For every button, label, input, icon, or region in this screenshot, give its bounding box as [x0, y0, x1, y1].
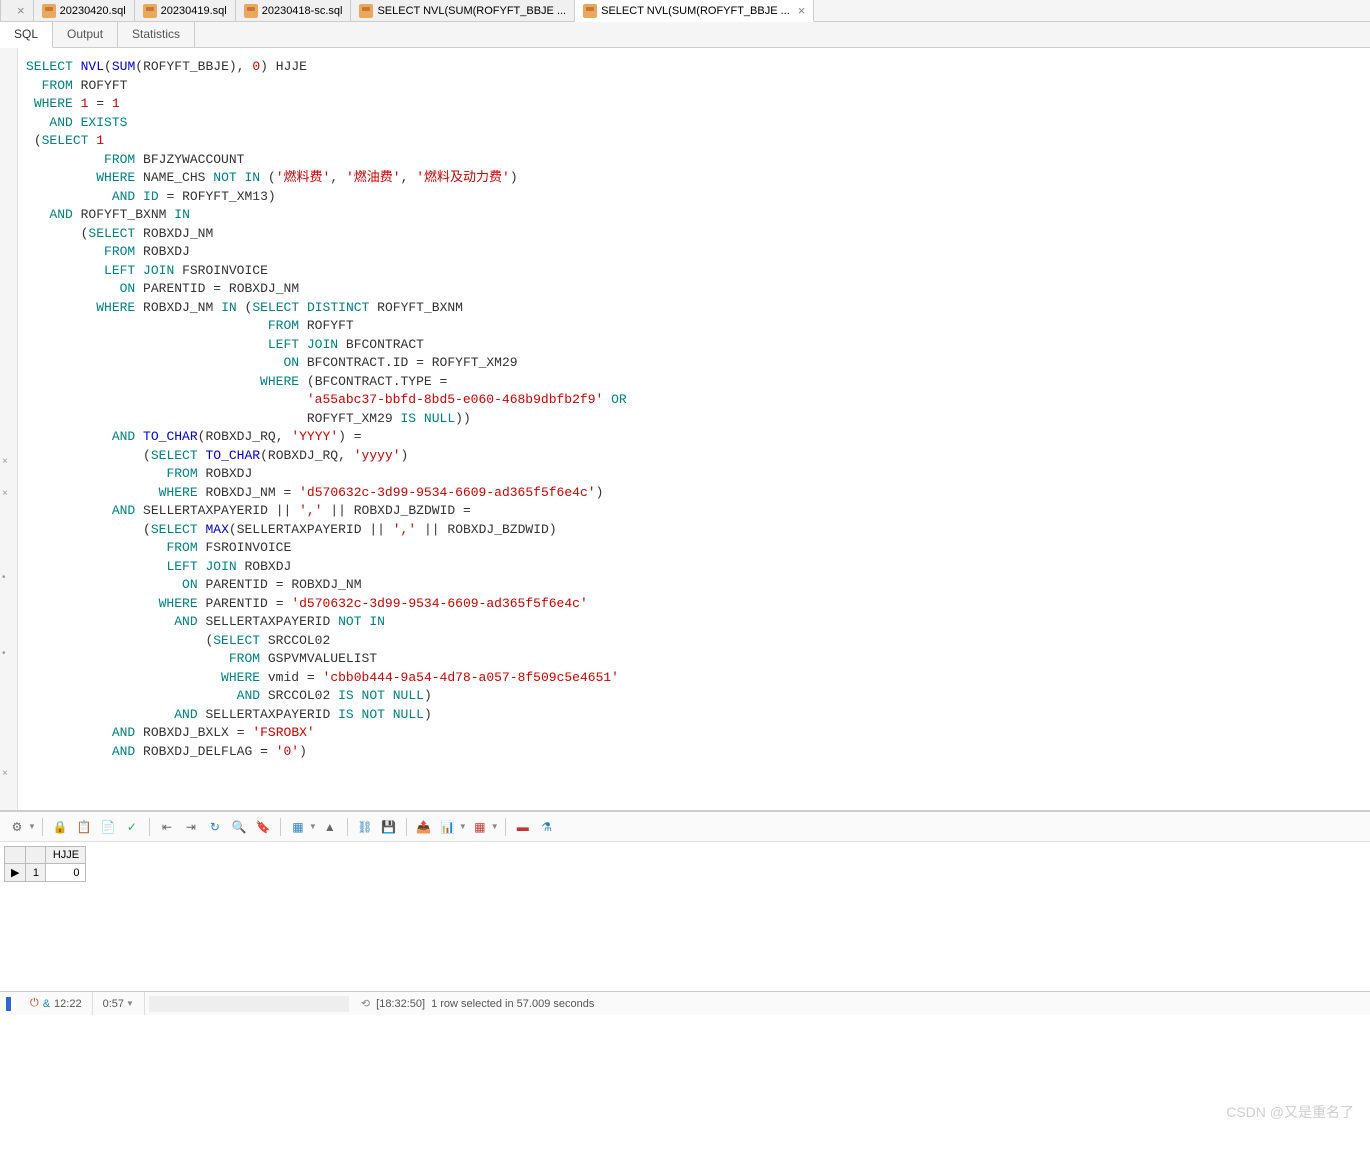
file-tab-0[interactable]: 20230420.sql: [34, 0, 135, 21]
close-icon[interactable]: ×: [798, 4, 806, 17]
file-tab-1[interactable]: 20230419.sql: [135, 0, 236, 21]
results-grid[interactable]: HJJE ▶ 1 0: [0, 842, 1370, 886]
nav-first-icon[interactable]: ⇤: [156, 816, 178, 838]
bookmark-icon[interactable]: 🔖: [252, 816, 274, 838]
close-icon[interactable]: ×: [17, 4, 25, 17]
table-row[interactable]: ▶ 1 0: [5, 864, 86, 882]
row-indicator: ▶: [5, 864, 26, 882]
grid-corner: [5, 847, 26, 864]
gutter-marker-icon: •: [2, 648, 6, 659]
dropdown-icon[interactable]: ▼: [28, 822, 36, 831]
grid-corner: [26, 847, 46, 864]
lock-icon[interactable]: 🔒: [49, 816, 71, 838]
export-icon[interactable]: 📤: [413, 816, 435, 838]
paste-icon[interactable]: 📄: [97, 816, 119, 838]
sql-file-icon: [244, 4, 258, 18]
editor-sub-tabs: SQL Output Statistics: [0, 22, 1370, 48]
editor-area: × × • • × SELECT NVL(SUM(ROFYFT_BBJE), 0…: [0, 48, 1370, 810]
status-msg-text: 1 row selected in 57.009 seconds: [431, 998, 594, 1010]
gutter-marker-icon: ×: [2, 456, 8, 467]
dropdown-icon[interactable]: ▼: [459, 822, 467, 831]
collapse-icon[interactable]: ▲: [319, 816, 341, 838]
file-tab-label: 20230419.sql: [161, 5, 227, 17]
sql-file-icon: [583, 4, 597, 18]
file-tab-label: 20230420.sql: [60, 5, 126, 17]
check-icon[interactable]: ✓: [121, 816, 143, 838]
autoscroll-icon[interactable]: ⟲: [361, 997, 370, 1010]
status-time1: 12:22: [54, 998, 82, 1010]
file-tab-label: SELECT NVL(SUM(ROFYFT_BBJE ...: [601, 5, 790, 17]
file-tab-label: SELECT NVL(SUM(ROFYFT_BBJE ...: [377, 5, 566, 17]
column-header[interactable]: HJJE: [46, 847, 86, 864]
gutter-marker-icon: ×: [2, 488, 8, 499]
dropdown-icon[interactable]: ▼: [126, 999, 134, 1008]
sql-file-icon: [359, 4, 373, 18]
cell-value[interactable]: 0: [46, 864, 86, 882]
filter-icon[interactable]: ⚗: [536, 816, 558, 838]
status-blank: [149, 996, 349, 1012]
stop-icon[interactable]: ⏻: [30, 997, 39, 1010]
search-icon[interactable]: 🔍: [228, 816, 250, 838]
status-msg-time: [18:32:50]: [376, 998, 425, 1010]
refresh-icon[interactable]: ↻: [204, 816, 226, 838]
file-tab-2[interactable]: 20230418-sc.sql: [236, 0, 352, 21]
settings-icon[interactable]: ⚙: [6, 816, 28, 838]
file-tab-3[interactable]: SELECT NVL(SUM(ROFYFT_BBJE ...: [351, 0, 575, 21]
progress-icon: [6, 997, 16, 1011]
sql-file-icon: [143, 4, 157, 18]
file-tab-label: 20230418-sc.sql: [262, 5, 343, 17]
grid-icon[interactable]: ▦: [287, 816, 309, 838]
status-bar: ⏻ & 12:22 0:57 ▼ ⟲ [18:32:50] 1 row sele…: [0, 991, 1370, 1015]
sql-file-icon: [42, 4, 56, 18]
tab-statistics[interactable]: Statistics: [118, 22, 195, 47]
dropdown-icon[interactable]: ▼: [309, 822, 317, 831]
tab-output[interactable]: Output: [53, 22, 118, 47]
row-number: 1: [26, 864, 46, 882]
nav-last-icon[interactable]: ⇥: [180, 816, 202, 838]
file-tab-4[interactable]: SELECT NVL(SUM(ROFYFT_BBJE ... ×: [575, 0, 814, 22]
gutter: × × • • ×: [0, 48, 18, 810]
save-icon[interactable]: 💾: [378, 816, 400, 838]
chart-icon[interactable]: 📊: [437, 816, 459, 838]
gutter-marker-icon: •: [2, 572, 6, 583]
status-time2: 0:57: [103, 998, 124, 1010]
delete-icon[interactable]: ▬: [512, 816, 534, 838]
file-tab-partial[interactable]: ×: [0, 0, 34, 21]
results-toolbar: ⚙ ▼ 🔒 📋 📄 ✓ ⇤ ⇥ ↻ 🔍 🔖 ▦ ▼ ▲ ⛓ 💾 📤 📊 ▼ ▦ …: [0, 812, 1370, 842]
watermark: CSDN @又是重名了: [1226, 1102, 1354, 1122]
tab-sql[interactable]: SQL: [0, 22, 53, 48]
sql-editor[interactable]: SELECT NVL(SUM(ROFYFT_BBJE), 0) HJJE FRO…: [18, 48, 1370, 810]
table-icon[interactable]: ▦: [469, 816, 491, 838]
copy-icon[interactable]: 📋: [73, 816, 95, 838]
ampersand-label: &: [43, 998, 50, 1010]
results-panel: ⚙ ▼ 🔒 📋 📄 ✓ ⇤ ⇥ ↻ 🔍 🔖 ▦ ▼ ▲ ⛓ 💾 📤 📊 ▼ ▦ …: [0, 811, 1370, 991]
dropdown-icon[interactable]: ▼: [491, 822, 499, 831]
file-tab-bar: × 20230420.sql 20230419.sql 20230418-sc.…: [0, 0, 1370, 22]
gutter-marker-icon: ×: [2, 768, 8, 779]
link-icon[interactable]: ⛓: [354, 816, 376, 838]
